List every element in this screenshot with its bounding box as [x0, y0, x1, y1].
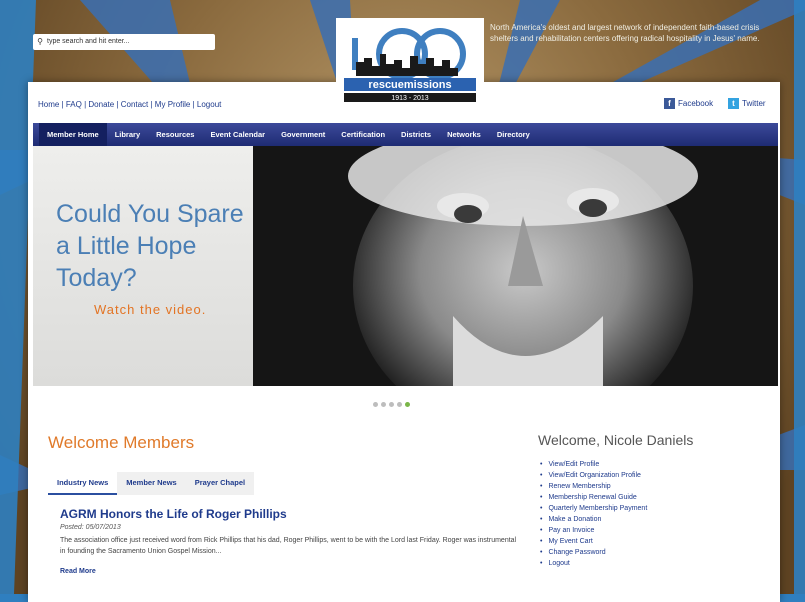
facebook-label: Facebook	[678, 99, 714, 108]
svg-text:rescuemissions: rescuemissions	[368, 79, 451, 91]
twitter-link[interactable]: t Twitter	[728, 98, 766, 109]
link-change-password[interactable]: Change Password	[540, 547, 647, 558]
nav-districts[interactable]: Districts	[393, 123, 439, 146]
watch-video-link[interactable]: Watch the video.	[94, 302, 206, 317]
carousel-dot[interactable]	[373, 402, 378, 407]
tab-prayer-chapel[interactable]: Prayer Chapel	[185, 472, 255, 495]
hero-banner[interactable]: Could You Spare a Little Hope Today? Wat…	[33, 146, 778, 386]
link-view-edit-profile[interactable]: View/Edit Profile	[540, 459, 647, 470]
tab-industry-news[interactable]: Industry News	[48, 472, 118, 495]
facebook-icon: f	[664, 98, 675, 109]
facebook-link[interactable]: f Facebook	[664, 98, 713, 109]
search-placeholder: type search and hit enter...	[47, 38, 130, 45]
search-input[interactable]: ⚲ type search and hit enter...	[33, 34, 215, 50]
hero-portrait-image	[253, 146, 778, 386]
carousel-dot-active[interactable]	[405, 402, 410, 407]
nav-member-home[interactable]: Member Home	[39, 123, 107, 146]
news-tabs: Industry News Member News Prayer Chapel	[48, 472, 255, 495]
link-my-event-cart[interactable]: My Event Cart	[540, 536, 647, 547]
nav-library[interactable]: Library	[107, 123, 148, 146]
read-more-link[interactable]: Read More	[60, 568, 96, 575]
nav-government[interactable]: Government	[273, 123, 333, 146]
carousel-dot[interactable]	[397, 402, 402, 407]
carousel-dots	[373, 402, 410, 407]
link-view-edit-organization-profile[interactable]: View/Edit Organization Profile	[540, 470, 647, 481]
logo-years: 1913 - 2013	[391, 95, 428, 102]
link-logout[interactable]: Logout	[540, 558, 647, 569]
welcome-heading: Welcome Members	[48, 433, 195, 452]
carousel-dot[interactable]	[381, 402, 386, 407]
link-make-a-donation[interactable]: Make a Donation	[540, 514, 647, 525]
news-headline[interactable]: AGRM Honors the Life of Roger Phillips	[60, 507, 287, 521]
carousel-dot[interactable]	[389, 402, 394, 407]
link-renew-membership[interactable]: Renew Membership	[540, 481, 647, 492]
main-nav: Member Home Library Resources Event Cale…	[33, 123, 778, 146]
nav-resources[interactable]: Resources	[148, 123, 202, 146]
nav-networks[interactable]: Networks	[439, 123, 489, 146]
site-tagline: North America's oldest and largest netwo…	[490, 23, 760, 43]
tab-member-news[interactable]: Member News	[117, 472, 186, 495]
account-links: View/Edit Profile View/Edit Organization…	[540, 459, 647, 569]
nav-certification[interactable]: Certification	[333, 123, 393, 146]
user-welcome: Welcome, Nicole Daniels	[538, 432, 694, 448]
utility-links[interactable]: Home | FAQ | Donate | Contact | My Profi…	[38, 100, 221, 109]
nav-event-calendar[interactable]: Event Calendar	[202, 123, 273, 146]
link-pay-an-invoice[interactable]: Pay an Invoice	[540, 525, 647, 536]
link-membership-renewal-guide[interactable]: Membership Renewal Guide	[540, 492, 647, 503]
twitter-icon: t	[728, 98, 739, 109]
news-date: Posted: 05/07/2013	[60, 524, 121, 531]
news-excerpt: The association office just received wor…	[60, 537, 517, 555]
hero-text-panel: Could You Spare a Little Hope Today? Wat…	[33, 146, 253, 386]
hero-title: Could You Spare a Little Hope Today?	[56, 200, 244, 292]
nav-directory[interactable]: Directory	[489, 123, 538, 146]
search-icon: ⚲	[37, 37, 43, 46]
agrm-logo[interactable]: rescuemissions 1913 - 2013	[336, 18, 484, 106]
twitter-label: Twitter	[742, 99, 766, 108]
link-quarterly-membership-payment[interactable]: Quarterly Membership Payment	[540, 503, 647, 514]
